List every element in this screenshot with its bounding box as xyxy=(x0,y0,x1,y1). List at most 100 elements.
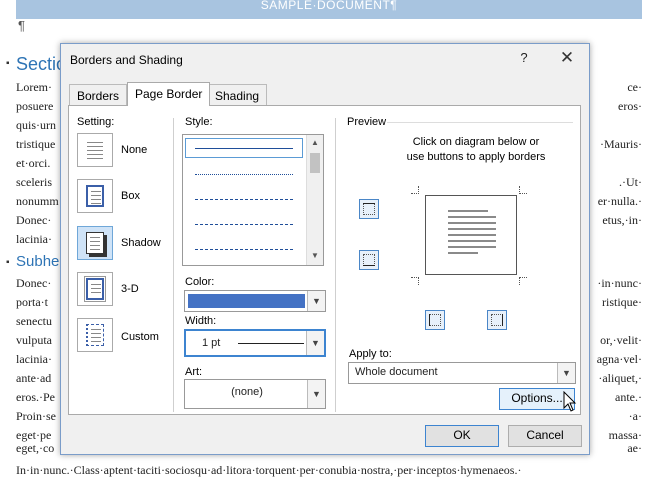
doc-text-line: .·Ut· xyxy=(619,175,642,189)
scroll-thumb[interactable] xyxy=(310,153,320,173)
scroll-down-icon[interactable]: ▼ xyxy=(307,249,323,263)
doc-text-line: etus,·in· xyxy=(602,213,642,227)
setting-3d-icon xyxy=(84,276,106,302)
doc-text-line: ae· xyxy=(627,441,642,455)
art-dropdown[interactable]: (none) ▼ xyxy=(184,379,326,409)
setting-custom-option[interactable] xyxy=(77,318,113,352)
doc-text-line: Lorem· xyxy=(16,80,52,94)
left-border-button[interactable] xyxy=(425,310,445,330)
setting-shadow-icon xyxy=(86,232,104,254)
right-border-button[interactable] xyxy=(487,310,507,330)
style-option-solid[interactable] xyxy=(195,148,293,149)
setting-box-label[interactable]: Box xyxy=(121,190,140,202)
page-border-panel: Setting: None Box Shadow 3-D Custom Styl… xyxy=(68,105,581,415)
subheading: Subhe xyxy=(16,253,60,270)
doc-text-line: eros.·Pe xyxy=(16,390,55,404)
doc-text-line: Proin·se xyxy=(16,409,56,423)
tab-borders[interactable]: Borders xyxy=(69,84,128,105)
doc-text-line: Donec· xyxy=(16,276,52,290)
doc-text-line: ·Mauris· xyxy=(600,137,642,151)
setting-3d-label[interactable]: 3-D xyxy=(121,283,139,295)
doc-text-line: lacinia· xyxy=(16,232,52,246)
preview-diagram[interactable] xyxy=(425,195,517,275)
doc-text-line: eros· xyxy=(618,99,642,113)
width-dropdown[interactable]: 1 pt ▼ xyxy=(184,329,326,357)
style-option-dash-dot[interactable] xyxy=(195,249,293,250)
chevron-down-icon[interactable]: ▼ xyxy=(307,291,325,311)
crop-mark xyxy=(519,277,527,285)
section-heading: Sectio xyxy=(16,54,67,74)
doc-text-line: ·in·nunc· xyxy=(597,276,642,290)
width-value: 1 pt xyxy=(202,337,221,349)
color-dropdown[interactable]: ▼ xyxy=(184,290,326,312)
doc-text-line: ·a· xyxy=(628,409,642,423)
crop-mark xyxy=(411,277,419,285)
chevron-down-icon[interactable]: ▼ xyxy=(557,363,575,383)
divider xyxy=(335,118,336,412)
style-option-dash[interactable] xyxy=(195,224,293,225)
bullet-icon: ▪ xyxy=(6,58,10,69)
bottom-border-button[interactable] xyxy=(359,250,379,270)
crop-mark xyxy=(519,186,527,194)
doc-text-line: Donec· xyxy=(16,213,52,227)
close-button[interactable]: ✕ xyxy=(555,48,579,70)
preview-instructions: Click on diagram below or use buttons to… xyxy=(381,135,571,165)
setting-box-icon xyxy=(86,185,104,207)
setting-none-option[interactable] xyxy=(77,133,113,167)
setting-custom-label[interactable]: Custom xyxy=(121,331,159,343)
setting-label: Setting: xyxy=(77,116,115,128)
help-button[interactable]: ? xyxy=(514,50,534,68)
setting-shadow-option[interactable] xyxy=(77,226,113,260)
doc-text-line: senectu xyxy=(16,314,52,328)
chevron-down-icon[interactable]: ▼ xyxy=(306,331,324,355)
doc-text-line: ce· xyxy=(627,80,642,94)
top-border-button[interactable] xyxy=(359,199,379,219)
art-value: (none) xyxy=(231,386,263,398)
tab-shading[interactable]: Shading xyxy=(207,84,268,105)
art-label: Art: xyxy=(185,366,203,378)
document-header: SAMPLE·DOCUMENT¶ xyxy=(16,0,642,19)
doc-text-line: et·orci. xyxy=(16,156,51,170)
tab-page-border[interactable]: Page Border xyxy=(127,82,211,106)
chevron-down-icon[interactable]: ▼ xyxy=(307,380,325,408)
style-list[interactable]: ▲ ▼ xyxy=(182,134,324,266)
preview-note-line: Click on diagram below or xyxy=(412,136,540,148)
setting-none-label[interactable]: None xyxy=(121,144,147,156)
color-label: Color: xyxy=(185,276,215,288)
doc-text-line: quis·urn xyxy=(16,118,56,132)
doc-text-line: vulputa xyxy=(16,333,52,347)
paragraph-mark: ¶ xyxy=(18,18,25,33)
apply-to-value: Whole document xyxy=(355,366,438,378)
width-line-sample xyxy=(238,343,304,344)
apply-to-dropdown[interactable]: Whole document ▼ xyxy=(348,362,576,384)
style-label: Style: xyxy=(185,116,213,128)
doc-text-line: er·nulla.· xyxy=(597,194,642,208)
doc-text-line: tristique xyxy=(16,137,56,151)
ok-button[interactable]: OK xyxy=(425,425,499,447)
style-option-dotted[interactable] xyxy=(195,174,293,175)
doc-text-line: In·in·nunc.·Class·aptent·taciti·sociosqu… xyxy=(16,463,522,477)
width-label: Width: xyxy=(185,315,217,327)
doc-text-line: ante·ad xyxy=(16,371,52,385)
apply-to-label: Apply to: xyxy=(349,348,392,360)
doc-text-line: ante.· xyxy=(615,390,642,404)
doc-text-line: or,·velit· xyxy=(600,333,642,347)
setting-3d-option[interactable] xyxy=(77,272,113,306)
preview-rule xyxy=(387,122,573,123)
cancel-button[interactable]: Cancel xyxy=(508,425,582,447)
style-scrollbar[interactable]: ▲ ▼ xyxy=(306,135,323,265)
setting-custom-icon xyxy=(86,324,104,346)
setting-shadow-label[interactable]: Shadow xyxy=(121,237,161,249)
scroll-up-icon[interactable]: ▲ xyxy=(307,136,323,150)
setting-box-option[interactable] xyxy=(77,179,113,213)
doc-text-line: posuere xyxy=(16,99,54,113)
mouse-pointer-icon xyxy=(563,391,577,412)
doc-text-line: ·aliquet,· xyxy=(598,371,642,385)
borders-and-shading-dialog: Borders and Shading ? ✕ Borders Page Bor… xyxy=(60,43,590,455)
bullet-icon: ▪ xyxy=(6,257,10,268)
doc-text-line: eget,·co xyxy=(16,441,55,455)
doc-text-line: ristique· xyxy=(602,295,642,309)
preview-label: Preview xyxy=(347,116,387,128)
doc-text-line: nonumm xyxy=(16,194,59,208)
style-option-small-dash[interactable] xyxy=(195,199,293,200)
